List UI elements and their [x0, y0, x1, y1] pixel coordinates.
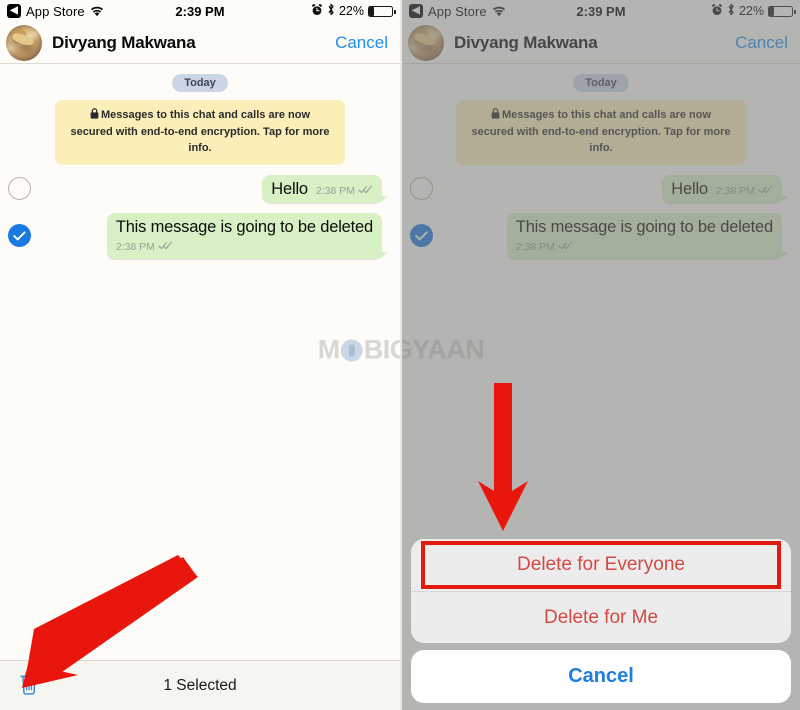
encryption-notice-wrap: Messages to this chat and calls are now … — [0, 92, 400, 165]
message-bubble-outgoing[interactable]: Hello 2:38 PM — [662, 174, 788, 203]
cancel-button[interactable]: Cancel — [735, 33, 788, 53]
double-check-icon — [358, 185, 373, 197]
trash-icon[interactable] — [18, 670, 40, 701]
message-meta: 2:38 PM — [716, 185, 773, 197]
checked-circle-icon[interactable] — [8, 224, 31, 248]
selection-toolbar: 1 Selected — [0, 660, 400, 710]
unchecked-circle-icon[interactable] — [410, 177, 433, 201]
status-bar-app-name[interactable]: App Store — [428, 4, 487, 19]
delete-for-everyone-label: Delete for Everyone — [517, 554, 685, 575]
delete-for-me-label: Delete for Me — [543, 606, 659, 628]
message-text: This message is going to be deleted — [115, 217, 373, 236]
message-row[interactable]: This message is going to be deleted 2:38… — [0, 212, 400, 259]
bluetooth-icon — [327, 3, 335, 19]
left-panel-screen: ◀ App Store 2:39 PM 22% Divyang Makwana … — [0, 0, 400, 710]
chat-message-list: Today Messages to this chat and calls ar… — [0, 64, 400, 660]
message-row[interactable]: Hello 2:38 PM — [0, 174, 400, 203]
wifi-icon — [90, 6, 104, 17]
action-sheet-options-group: Delete for Everyone Delete for Me — [411, 539, 791, 643]
encryption-notice-text: Messages to this chat and calls are now … — [471, 109, 731, 154]
bubble-inline: Hello 2:38 PM — [671, 180, 773, 199]
chevron-left-icon[interactable]: ◀ — [409, 4, 423, 18]
battery-icon — [768, 5, 796, 17]
bluetooth-icon — [727, 3, 735, 19]
selection-count-label: 1 Selected — [163, 676, 237, 694]
alarm-icon — [711, 3, 723, 19]
day-divider-wrap: Today — [0, 64, 400, 92]
message-text: Hello — [271, 179, 308, 198]
message-text: Hello — [671, 179, 708, 198]
battery-percent-label: 22% — [738, 4, 764, 18]
wifi-icon — [492, 6, 506, 17]
cancel-button[interactable]: Cancel — [335, 33, 388, 53]
message-time: 2:38 PM — [315, 184, 355, 197]
message-time: 2:38 PM — [115, 240, 155, 253]
status-bar-right: 22% — [311, 3, 396, 19]
bubble-area: Hello 2:38 PM — [433, 174, 792, 203]
message-row[interactable]: Hello 2:38 PM — [402, 174, 800, 203]
day-divider: Today — [172, 74, 228, 92]
avatar[interactable] — [6, 24, 42, 61]
message-bubble-outgoing-selected[interactable]: This message is going to be deleted 2:38… — [106, 212, 389, 259]
status-bar: ◀ App Store 2:39 PM 22% — [402, 0, 800, 22]
message-time: 2:38 PM — [515, 240, 555, 253]
delete-action-sheet: Delete for Everyone Delete for Me Cancel — [411, 539, 791, 703]
page-title: Divyang Makwana — [454, 32, 598, 52]
avatar[interactable] — [408, 24, 444, 61]
message-meta: 2:38 PM — [116, 241, 173, 253]
unchecked-circle-icon[interactable] — [8, 177, 31, 201]
status-bar: ◀ App Store 2:39 PM 22% — [0, 0, 400, 22]
encryption-notice[interactable]: Messages to this chat and calls are now … — [55, 100, 345, 165]
message-meta: 2:38 PM — [516, 241, 573, 253]
bubble-area: Hello 2:38 PM — [31, 174, 392, 203]
encryption-notice-wrap: Messages to this chat and calls are now … — [402, 92, 800, 165]
lock-icon — [491, 108, 500, 125]
message-bubble-outgoing-selected[interactable]: This message is going to be deleted 2:38… — [506, 212, 789, 259]
page-title: Divyang Makwana — [52, 32, 196, 52]
message-text: This message is going to be deleted — [515, 217, 773, 236]
status-bar-left: ◀ App Store — [409, 4, 506, 19]
status-bar-left: ◀ App Store — [7, 4, 104, 19]
alarm-icon — [311, 3, 323, 19]
chat-navbar: Divyang Makwana Cancel — [0, 22, 400, 64]
chat-navbar: Divyang Makwana Cancel — [402, 22, 800, 64]
right-panel-screen: ◀ App Store 2:39 PM 22% Divyang Makwana … — [400, 0, 800, 710]
message-meta: 2:38 PM — [316, 185, 373, 197]
encryption-notice[interactable]: Messages to this chat and calls are now … — [456, 100, 746, 165]
double-check-icon — [758, 185, 773, 197]
lock-icon — [90, 108, 99, 125]
bubble-area: This message is going to be deleted 2:38… — [433, 212, 792, 259]
battery-icon — [368, 5, 396, 17]
message-time: 2:38 PM — [715, 184, 755, 197]
checked-circle-icon[interactable] — [410, 224, 433, 248]
status-bar-right: 22% — [711, 3, 796, 19]
bubble-area: This message is going to be deleted 2:38… — [31, 212, 392, 259]
day-divider-wrap: Today — [402, 64, 800, 92]
message-row[interactable]: This message is going to be deleted 2:38… — [402, 212, 800, 259]
status-bar-app-name[interactable]: App Store — [26, 4, 85, 19]
message-bubble-outgoing[interactable]: Hello 2:38 PM — [262, 174, 388, 203]
battery-percent-label: 22% — [338, 4, 364, 18]
delete-for-everyone-button[interactable]: Delete for Everyone — [411, 539, 791, 591]
chevron-left-icon[interactable]: ◀ — [7, 4, 21, 18]
screenshot-stage: ◀ App Store 2:39 PM 22% Divyang Makwana … — [0, 0, 800, 710]
double-check-icon — [558, 241, 573, 253]
encryption-notice-text: Messages to this chat and calls are now … — [70, 109, 330, 154]
bubble-inline: Hello 2:38 PM — [271, 180, 373, 199]
double-check-icon — [158, 241, 173, 253]
day-divider: Today — [573, 74, 629, 92]
sheet-cancel-button[interactable]: Cancel — [411, 650, 791, 703]
delete-for-me-button[interactable]: Delete for Me — [411, 591, 791, 643]
